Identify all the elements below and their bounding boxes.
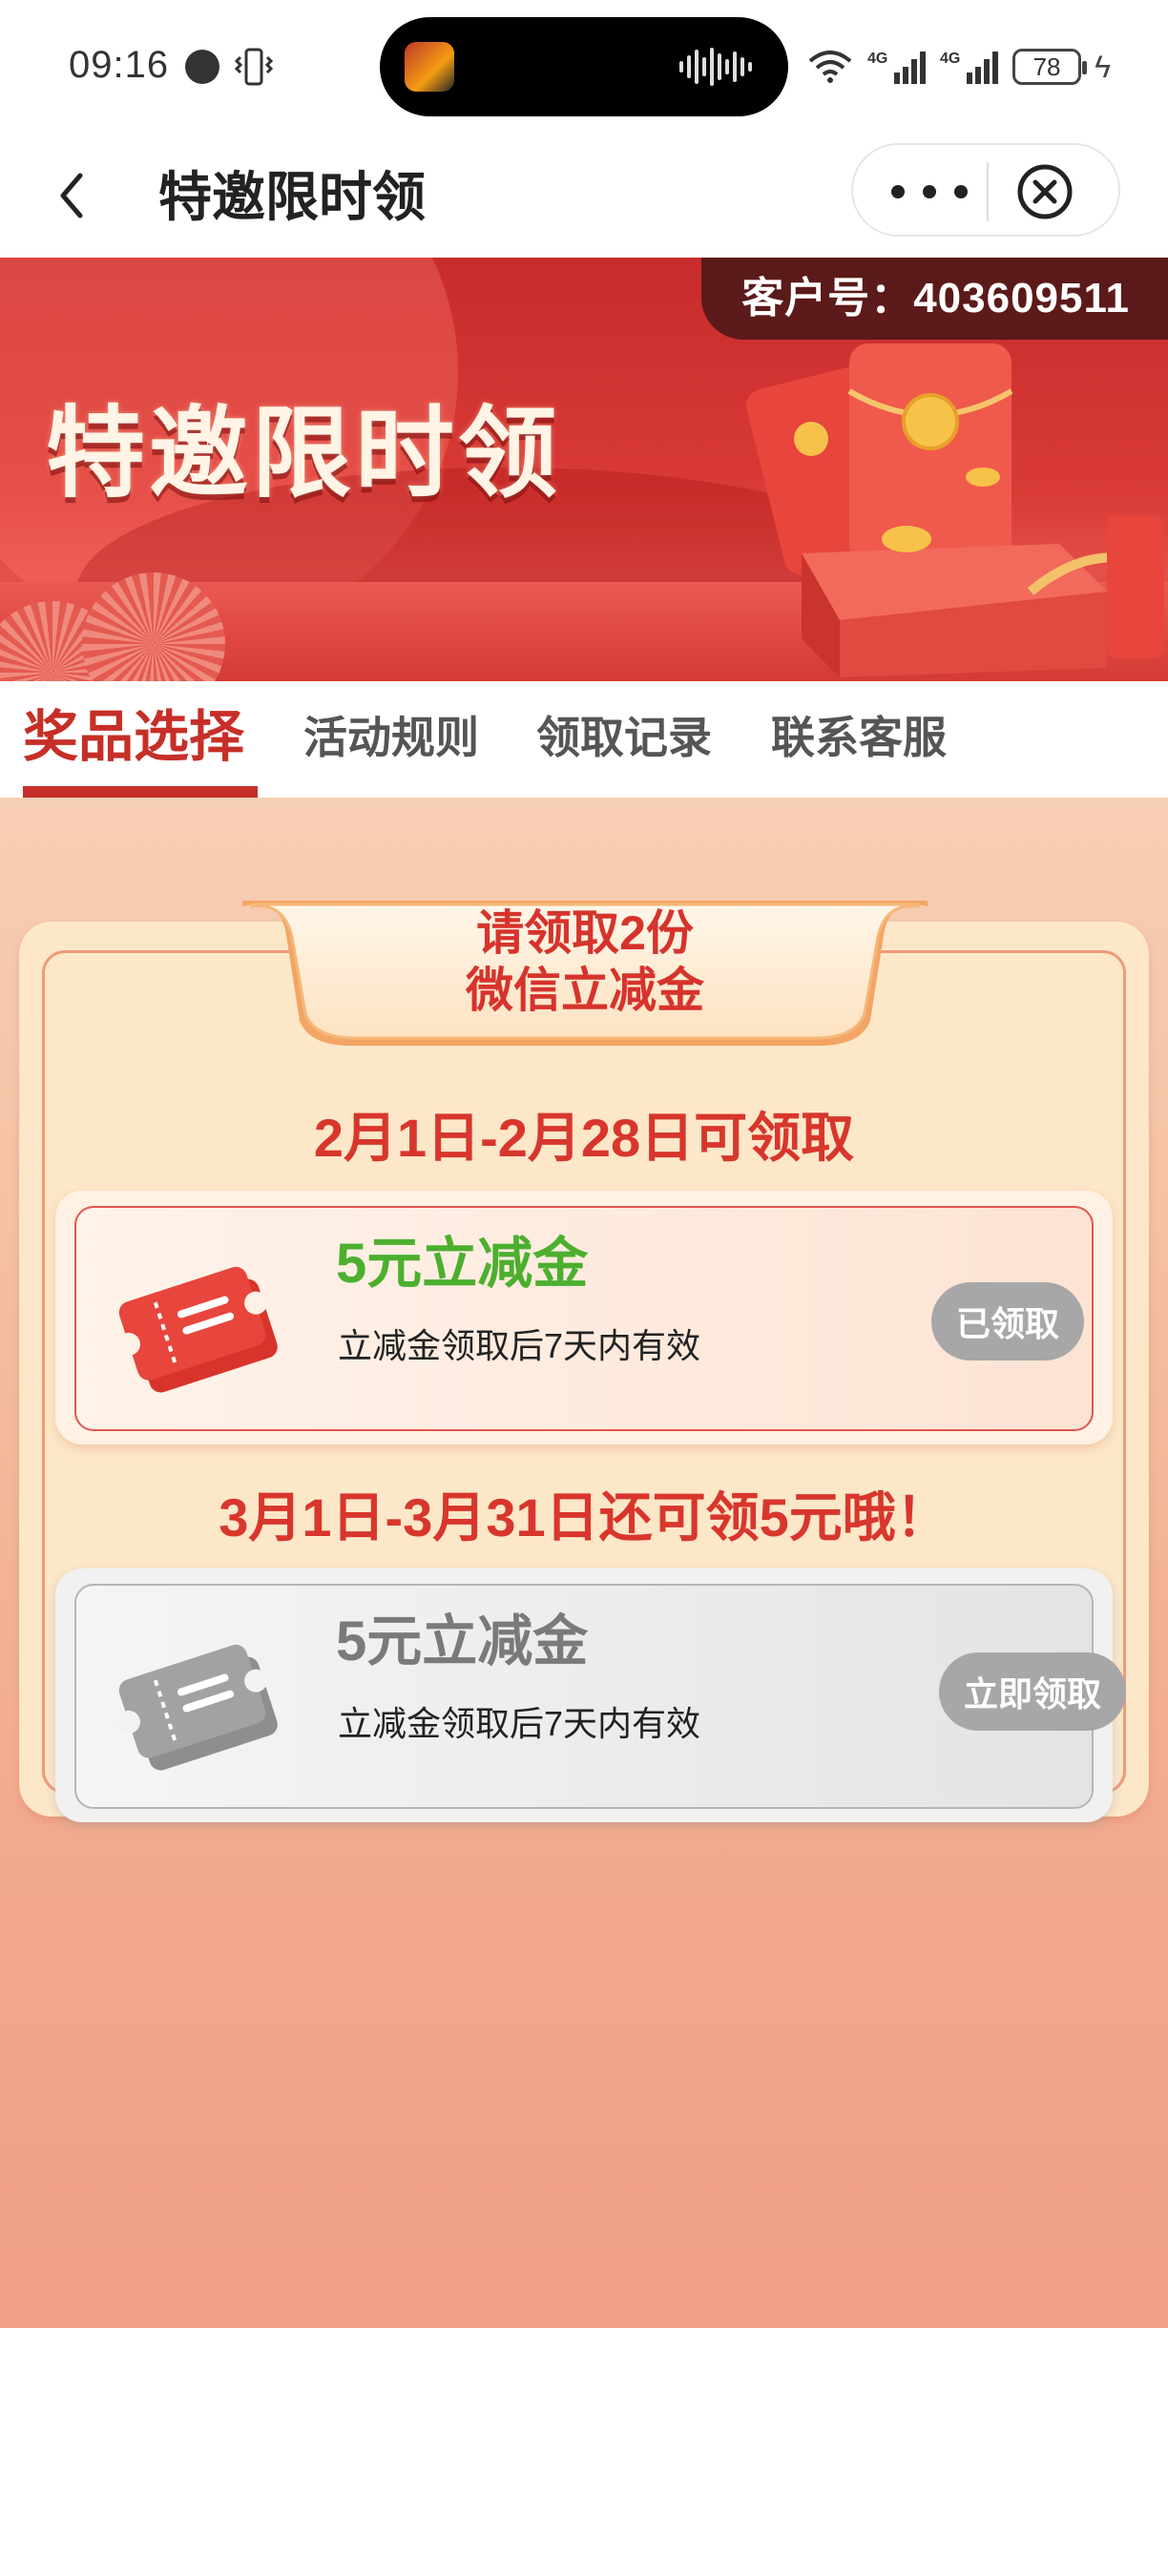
- close-circle-icon[interactable]: [1013, 160, 1076, 223]
- battery-icon: 78: [1012, 49, 1088, 85]
- coupon-card-upcoming: 5元立减金 立减金领取后7天内有效 立即领取: [55, 1568, 1126, 1822]
- customer-id-value: 403609511: [913, 275, 1130, 322]
- wifi-icon: [808, 51, 852, 83]
- hero-banner: 特邀限时领 客户号：403609511: [0, 258, 1168, 681]
- customer-id-label: 客户号：: [741, 275, 914, 322]
- audio-wave-icon: [679, 48, 752, 86]
- dynamic-island[interactable]: [380, 17, 788, 116]
- capsule-divider: [987, 162, 989, 221]
- svg-text:4G: 4G: [940, 51, 960, 67]
- coupon-card-claimed: 5元立减金 立减金领取后7天内有效 已领取: [55, 1191, 1113, 1444]
- tab-claim-records[interactable]: 领取记录: [536, 704, 712, 771]
- banner-title: 特邀限时领: [46, 399, 562, 509]
- status-right-group: 4G 4G 78 ϟ: [806, 44, 1111, 90]
- customer-id-badge: 客户号：403609511: [701, 258, 1168, 340]
- app-badge-icon: [405, 42, 454, 92]
- ribbon-line-2: 微信立减金: [466, 964, 704, 1017]
- ribbon-line-1: 请领取2份: [476, 906, 694, 960]
- vibrate-icon: [235, 48, 273, 86]
- claim-period-title-1: 2月1日-2月28日可领取: [313, 1108, 855, 1168]
- status-time: 09:16: [69, 44, 170, 86]
- bottom-blank-area: [0, 2328, 1168, 2576]
- tab-customer-service[interactable]: 联系客服: [771, 704, 947, 771]
- tab-bar: 奖品选择 活动规则 领取记录 联系客服: [0, 681, 1168, 798]
- tab-activity-rules[interactable]: 活动规则: [303, 704, 479, 771]
- coupon-card-inner: 5元立减金 立减金领取后7天内有效 立即领取: [74, 1584, 1126, 1809]
- ticket-icon: [116, 1266, 278, 1393]
- coupon-amount: 5元立减金: [336, 1233, 589, 1295]
- tab-prize-selection[interactable]: 奖品选择: [23, 704, 244, 771]
- charging-icon: ϟ: [1095, 49, 1111, 84]
- status-bar: 09:16 4G 4G 78 ϟ: [0, 0, 1168, 134]
- signal-4g-icon-2: 4G: [940, 51, 999, 84]
- more-options-icon[interactable]: [891, 168, 968, 216]
- red-envelope-gift-box-icon: [746, 343, 1164, 677]
- nav-bar: 特邀限时领: [0, 134, 1168, 258]
- page-title: 特邀限时领: [158, 167, 426, 227]
- svg-text:4G: 4G: [867, 51, 887, 67]
- claimed-button[interactable]: 已领取: [931, 1282, 1084, 1361]
- ticket-icon: [116, 1644, 278, 1771]
- back-arrow-icon[interactable]: [42, 162, 109, 229]
- coupon-description: 立减金领取后7天内有效: [338, 1326, 701, 1365]
- battery-level: 78: [1032, 52, 1061, 81]
- miniprogram-capsule: [851, 143, 1120, 237]
- signal-4g-icon-1: 4G: [867, 51, 927, 84]
- coupon-card-inner: 5元立减金 立减金领取后7天内有效 已领取: [74, 1206, 1094, 1431]
- coupon-description: 立减金领取后7天内有效: [338, 1704, 701, 1743]
- alarm-icon: [185, 50, 219, 84]
- active-tab-indicator: [23, 786, 258, 798]
- claim-period-title-2: 3月1日-3月31日还可领5元哦！: [219, 1487, 949, 1548]
- coupon-amount: 5元立减金: [336, 1610, 589, 1672]
- ribbon-title: 请领取2份 微信立减金: [242, 904, 928, 1019]
- claim-now-button[interactable]: 立即领取: [939, 1652, 1126, 1731]
